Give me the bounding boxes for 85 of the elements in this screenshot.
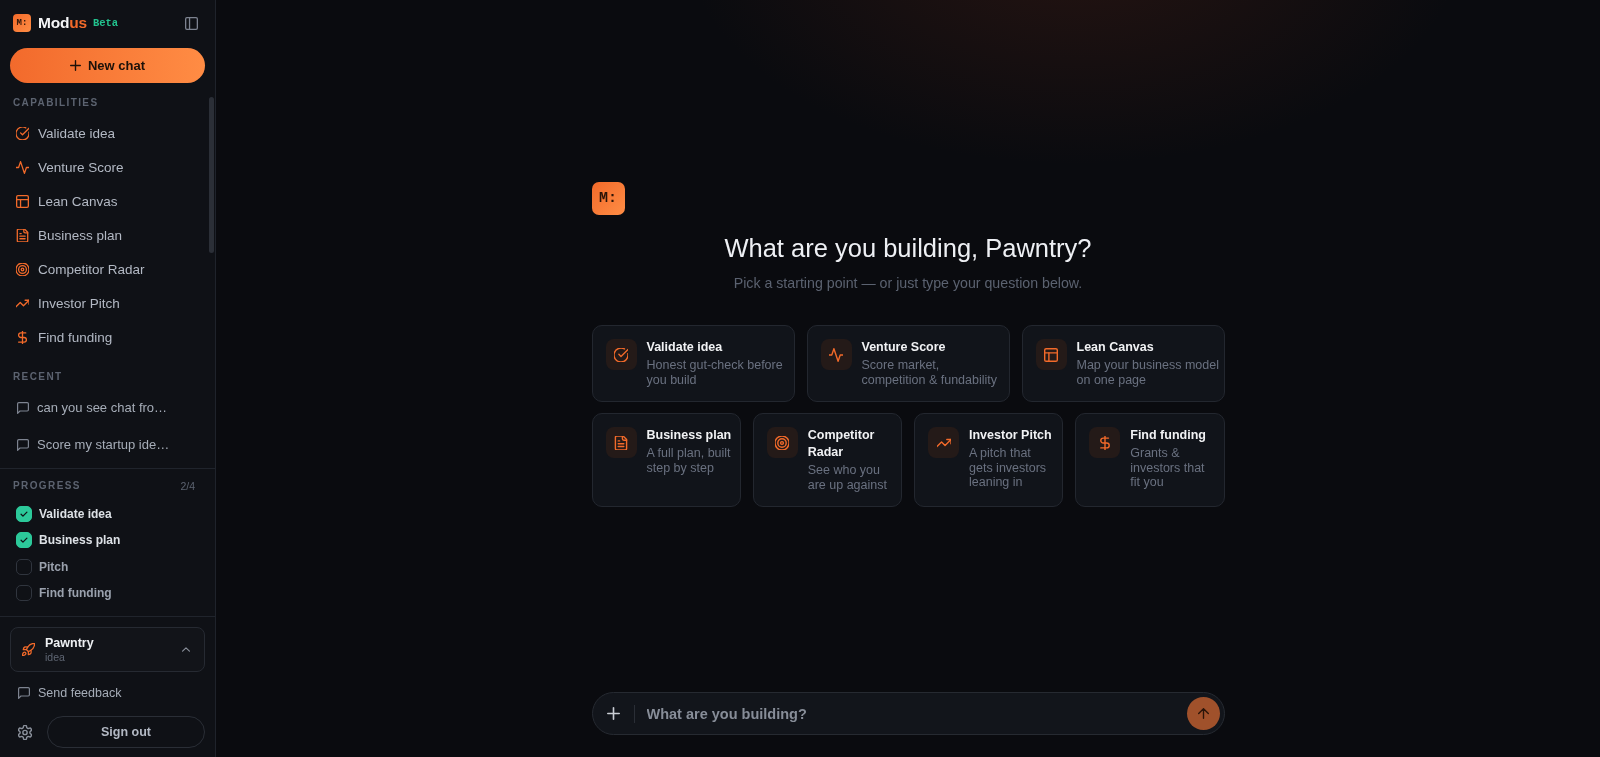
- project-card[interactable]: Pawntry idea: [10, 627, 205, 673]
- progress-label: Validate idea: [39, 507, 112, 522]
- section-heading: PROGRESS: [13, 479, 81, 493]
- layout-icon: [1035, 339, 1067, 370]
- new-chat-button[interactable]: New chat: [10, 48, 205, 83]
- check-icon: [19, 535, 29, 546]
- page-heading: What are you building, Pawntry?: [723, 233, 1093, 264]
- capability-card[interactable]: Validate idea Honest gut-check before you build: [591, 325, 795, 402]
- project-stage: idea: [45, 650, 66, 664]
- card-description: Score market, competition & fundability: [861, 358, 998, 387]
- section-heading: CAPABILITIES: [13, 96, 100, 110]
- recent-chat-item[interactable]: Score my startup ide…: [0, 426, 203, 463]
- document-icon: [16, 228, 29, 242]
- checkbox[interactable]: [16, 558, 32, 575]
- target-icon: [16, 262, 29, 276]
- plus-icon: [606, 707, 620, 720]
- card-description: Map your business model on one page: [1076, 358, 1220, 387]
- chat-bubble-icon: [17, 438, 29, 451]
- brand-name: Modus: [38, 14, 87, 32]
- sidebar-item[interactable]: Find funding: [0, 320, 203, 354]
- checkbox[interactable]: [16, 585, 32, 602]
- sidebar-item[interactable]: Validate idea: [0, 116, 203, 150]
- plus-icon: [69, 60, 81, 71]
- page-subheading: Pick a starting point — or just type your question below.: [732, 274, 1084, 293]
- card-title: Venture Score: [861, 339, 947, 356]
- capability-card[interactable]: Investor Pitch A pitch that gets investors leaning in: [914, 413, 1064, 507]
- recent-chat-item[interactable]: can you see chat fro…: [0, 389, 203, 426]
- capability-card[interactable]: Find funding Grants & investors that fit you: [1075, 413, 1225, 507]
- chevron-up-icon: [182, 647, 190, 653]
- card-description: A full plan, built step by step: [646, 446, 732, 475]
- send-feedback-link[interactable]: Send feedback: [18, 680, 122, 707]
- project-name: Pawntry: [45, 635, 94, 651]
- card-description: See who you are up against: [807, 463, 888, 492]
- pulse-line-icon: [16, 160, 29, 174]
- sidebar-item[interactable]: Investor Pitch: [0, 286, 203, 320]
- sidebar-item[interactable]: Venture Score: [0, 150, 203, 184]
- add-button[interactable]: [606, 707, 620, 720]
- trend-up-icon: [928, 427, 959, 458]
- card-title: Find funding: [1130, 427, 1207, 444]
- pulse-line-icon: [820, 339, 852, 370]
- checkbox[interactable]: [16, 506, 32, 523]
- beta-label: Beta: [92, 17, 119, 29]
- rocket-icon: [22, 643, 35, 657]
- card-title: Business plan: [646, 427, 733, 444]
- capability-card[interactable]: Venture Score Score market, competition & fundability: [806, 325, 1010, 402]
- card-description: Honest gut-check before you build: [646, 358, 784, 387]
- check-icon: [19, 509, 29, 520]
- card-title: Lean Canvas: [1076, 339, 1155, 356]
- checkbox[interactable]: [16, 532, 32, 549]
- settings-button[interactable]: [18, 724, 32, 740]
- progress-count: 2/4: [180, 480, 195, 492]
- scrollbar-thumb[interactable]: [209, 97, 214, 253]
- chat-bubble-icon: [17, 401, 29, 414]
- layout-icon: [16, 194, 29, 208]
- sidebar-item[interactable]: Business plan: [0, 218, 203, 252]
- card-title: Investor Pitch: [969, 427, 1053, 444]
- sidebar-toggle-button[interactable]: [185, 16, 198, 30]
- chat-bubble-icon: [18, 687, 30, 700]
- capability-card[interactable]: Business plan A full plan, built step by step: [591, 413, 741, 507]
- message-input[interactable]: What are you building?: [646, 705, 1187, 722]
- card-description: Grants & investors that fit you: [1130, 446, 1206, 490]
- section-heading: RECENT: [13, 370, 64, 384]
- capability-card[interactable]: Competitor Radar See who you are up against: [752, 413, 902, 507]
- dollar-icon: [1089, 427, 1121, 458]
- progress-label: Find funding: [39, 586, 112, 601]
- target-icon: [766, 427, 798, 458]
- card-title: Validate idea: [646, 339, 724, 356]
- message-field[interactable]: What are you building?: [591, 692, 1225, 735]
- sidebar-item[interactable]: Lean Canvas: [0, 184, 203, 218]
- document-icon: [605, 427, 637, 458]
- card-description: A pitch that gets investors leaning in: [969, 446, 1048, 490]
- send-button[interactable]: [1186, 697, 1220, 730]
- capability-card[interactable]: Lean Canvas Map your business model on one page: [1021, 325, 1225, 402]
- logo-badge: M:: [591, 182, 625, 215]
- sign-out-button[interactable]: Sign out: [47, 716, 205, 749]
- panel-icon: [185, 16, 198, 30]
- logo-badge: M:: [13, 14, 31, 32]
- sidebar-item[interactable]: Competitor Radar: [0, 252, 203, 286]
- settings-icon: [18, 724, 32, 740]
- dollar-icon: [16, 330, 29, 344]
- progress-label: Business plan: [39, 533, 121, 548]
- progress-label: Pitch: [39, 559, 69, 574]
- check-circle-icon: [16, 126, 29, 140]
- card-title: Competitor Radar: [807, 427, 876, 461]
- arrow-up-icon: [1197, 708, 1209, 719]
